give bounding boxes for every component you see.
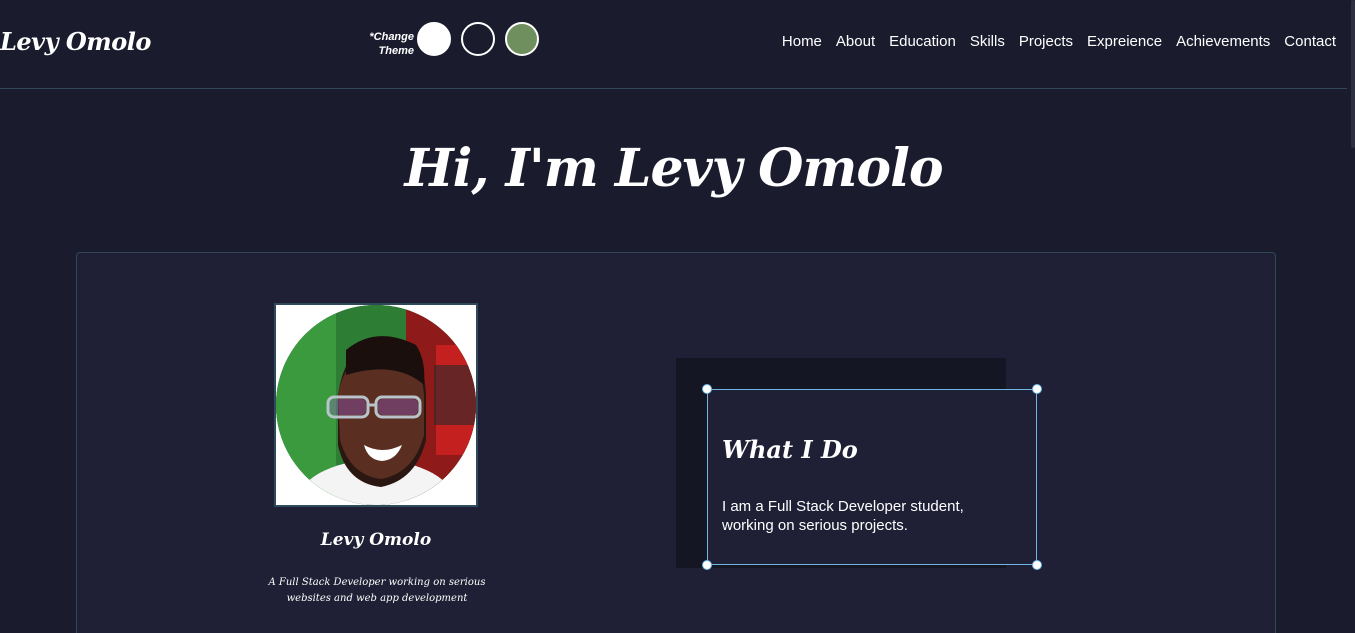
nav-contact[interactable]: Contact <box>1284 33 1336 50</box>
theme-dark-button[interactable] <box>461 22 495 56</box>
resize-handle-bottom-right[interactable] <box>1032 560 1042 570</box>
resize-handle-bottom-left[interactable] <box>702 560 712 570</box>
nav-home[interactable]: Home <box>782 33 822 50</box>
vertical-scrollbar[interactable] <box>1347 0 1355 633</box>
main-nav: Home About Education Skills Projects Exp… <box>782 33 1336 50</box>
navbar: Levy Omolo *Change Theme Home About Educ… <box>0 0 1347 89</box>
profile-name: Levy Omolo <box>320 530 432 550</box>
page: Levy Omolo *Change Theme Home About Educ… <box>0 0 1355 633</box>
what-i-do-box[interactable] <box>707 389 1037 565</box>
resize-handle-top-right[interactable] <box>1032 384 1042 394</box>
scrollbar-thumb[interactable] <box>1351 0 1355 148</box>
nav-education[interactable]: Education <box>889 33 956 50</box>
nav-skills[interactable]: Skills <box>970 33 1005 50</box>
what-i-do-title: What I Do <box>722 435 858 464</box>
profile-tagline: A Full Stack Developer working on seriou… <box>268 577 486 604</box>
theme-light-button[interactable] <box>417 22 451 56</box>
change-theme-label: *Change Theme <box>369 31 414 57</box>
what-i-do-text: I am a Full Stack Developer student, wor… <box>722 498 964 534</box>
nav-achievements[interactable]: Achievements <box>1176 33 1270 50</box>
theme-green-button[interactable] <box>505 22 539 56</box>
profile-photo-image <box>276 305 476 505</box>
brand-logo[interactable]: Levy Omolo <box>0 27 151 56</box>
nav-experience[interactable]: Expreience <box>1087 33 1162 50</box>
nav-about[interactable]: About <box>836 33 875 50</box>
resize-handle-top-left[interactable] <box>702 384 712 394</box>
portrait-illustration <box>276 305 476 505</box>
hero-title: Hi, I'm Levy Omolo <box>404 138 943 199</box>
nav-projects[interactable]: Projects <box>1019 33 1073 50</box>
profile-photo <box>274 303 478 507</box>
